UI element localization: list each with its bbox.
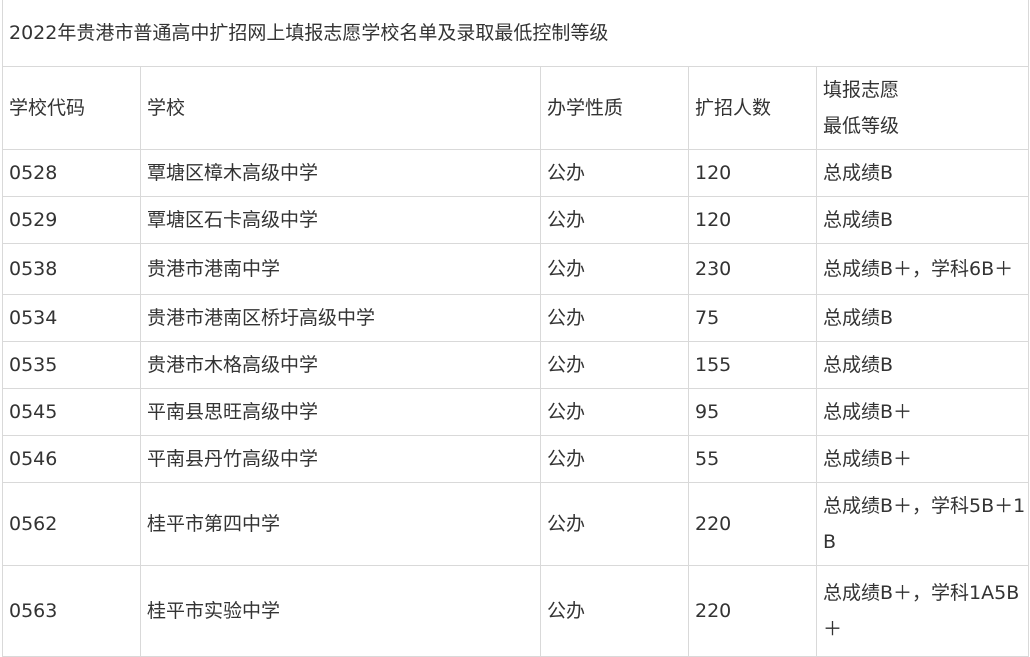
table-row: 0538 贵港市港南中学 公办 230 总成绩B＋，学科6B＋ <box>2 243 1030 295</box>
cell-count: 95 <box>688 388 817 436</box>
cell-type: 公办 <box>540 388 689 436</box>
cell-school: 贵港市港南区桥圩高级中学 <box>140 294 541 342</box>
header-count: 扩招人数 <box>688 66 817 150</box>
cell-grade: 总成绩B＋，学科6B＋ <box>815 243 1030 295</box>
header-school: 学校 <box>140 66 541 150</box>
cell-school: 覃塘区樟木高级中学 <box>140 149 541 197</box>
cell-code: 0528 <box>2 149 141 197</box>
table-row: 0534 贵港市港南区桥圩高级中学 公办 75 总成绩B <box>2 294 1030 342</box>
cell-type: 公办 <box>540 435 689 483</box>
table-header-row: 学校代码 学校 办学性质 扩招人数 填报志愿 最低等级 <box>2 66 1030 150</box>
cell-grade: 总成绩B <box>815 149 1030 197</box>
cell-code: 0546 <box>2 435 141 483</box>
table-title: 2022年贵港市普通高中扩招网上填报志愿学校名单及录取最低控制等级 <box>1 0 1030 67</box>
admission-table: 2022年贵港市普通高中扩招网上填报志愿学校名单及录取最低控制等级 学校代码 学… <box>1 0 1030 657</box>
cell-type: 公办 <box>540 196 689 244</box>
table-row: 0562 桂平市第四中学 公办 220 总成绩B＋，学科5B＋1B <box>2 482 1030 566</box>
cell-count: 155 <box>688 341 817 389</box>
cell-count: 220 <box>688 565 817 657</box>
cell-type: 公办 <box>540 565 689 657</box>
header-code: 学校代码 <box>2 66 141 150</box>
cell-code: 0545 <box>2 388 141 436</box>
cell-count: 120 <box>688 196 817 244</box>
table-row: 0529 覃塘区石卡高级中学 公办 120 总成绩B <box>2 196 1030 244</box>
cell-school: 平南县丹竹高级中学 <box>140 435 541 483</box>
cell-grade: 总成绩B＋ <box>815 435 1030 483</box>
cell-school: 桂平市实验中学 <box>140 565 541 657</box>
cell-type: 公办 <box>540 341 689 389</box>
cell-school: 贵港市港南中学 <box>140 243 541 295</box>
cell-grade: 总成绩B＋，学科1A5B＋ <box>815 565 1030 657</box>
cell-code: 0534 <box>2 294 141 342</box>
cell-school: 贵港市木格高级中学 <box>140 341 541 389</box>
cell-count: 75 <box>688 294 817 342</box>
cell-type: 公办 <box>540 482 689 566</box>
cell-type: 公办 <box>540 149 689 197</box>
cell-grade: 总成绩B <box>815 196 1030 244</box>
table-row: 0546 平南县丹竹高级中学 公办 55 总成绩B＋ <box>2 435 1030 483</box>
cell-count: 230 <box>688 243 817 295</box>
cell-grade: 总成绩B <box>815 294 1030 342</box>
table-row: 0545 平南县思旺高级中学 公办 95 总成绩B＋ <box>2 388 1030 436</box>
cell-code: 0538 <box>2 243 141 295</box>
cell-school: 平南县思旺高级中学 <box>140 388 541 436</box>
cell-code: 0529 <box>2 196 141 244</box>
cell-school: 覃塘区石卡高级中学 <box>140 196 541 244</box>
cell-code: 0535 <box>2 341 141 389</box>
table-row: 0528 覃塘区樟木高级中学 公办 120 总成绩B <box>2 149 1030 197</box>
table-title-row: 2022年贵港市普通高中扩招网上填报志愿学校名单及录取最低控制等级 <box>1 0 1030 67</box>
table-row: 0563 桂平市实验中学 公办 220 总成绩B＋，学科1A5B＋ <box>2 565 1030 657</box>
cell-grade: 总成绩B＋ <box>815 388 1030 436</box>
cell-type: 公办 <box>540 294 689 342</box>
cell-school: 桂平市第四中学 <box>140 482 541 566</box>
cell-type: 公办 <box>540 243 689 295</box>
header-type: 办学性质 <box>540 66 689 150</box>
cell-code: 0562 <box>2 482 141 566</box>
cell-count: 55 <box>688 435 817 483</box>
cell-count: 220 <box>688 482 817 566</box>
header-grade: 填报志愿 最低等级 <box>815 66 1030 150</box>
cell-count: 120 <box>688 149 817 197</box>
cell-grade: 总成绩B＋，学科5B＋1B <box>815 482 1030 566</box>
table-row: 0535 贵港市木格高级中学 公办 155 总成绩B <box>2 341 1030 389</box>
cell-code: 0563 <box>2 565 141 657</box>
cell-grade: 总成绩B <box>815 341 1030 389</box>
